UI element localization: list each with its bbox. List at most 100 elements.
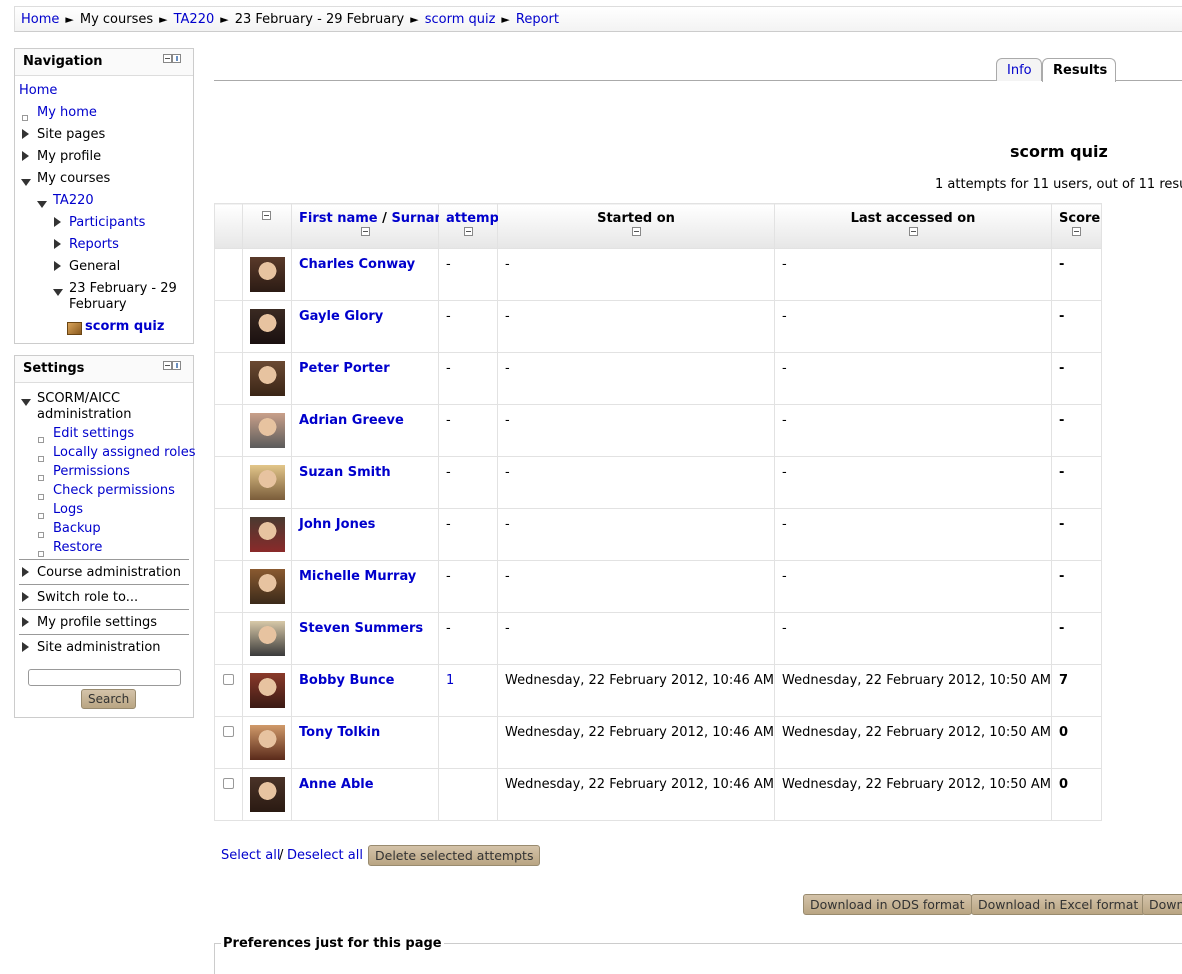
user-avatar[interactable] (250, 569, 285, 604)
expand-arrow-icon[interactable] (54, 239, 61, 249)
name-cell: Peter Porter (291, 352, 439, 405)
nav-home[interactable]: Home (19, 83, 57, 98)
collapse-arrow-icon[interactable] (21, 399, 31, 406)
hide-column-icon[interactable] (463, 227, 473, 236)
bullet-icon (22, 115, 28, 121)
user-avatar[interactable] (250, 257, 285, 292)
settings-backup[interactable]: Backup (53, 521, 101, 536)
user-avatar[interactable] (250, 777, 285, 812)
download-text-button[interactable]: Download in text format (1142, 894, 1182, 915)
user-name-link[interactable]: Adrian Greeve (299, 413, 404, 428)
nav-site-pages[interactable]: Site pages (37, 127, 105, 142)
dock-icon[interactable] (172, 54, 181, 63)
settings-locally-assigned-roles[interactable]: Locally assigned roles (53, 445, 196, 460)
select-cell (214, 664, 243, 717)
started-cell: - (497, 404, 775, 457)
sort-first-name-link[interactable]: First name (299, 211, 378, 226)
hide-column-icon[interactable] (1072, 227, 1081, 236)
user-name-link[interactable]: Suzan Smith (299, 465, 391, 480)
user-avatar[interactable] (250, 309, 285, 344)
settings-course-admin[interactable]: Course administration (37, 565, 181, 580)
select-checkbox[interactable] (223, 778, 234, 789)
user-name-link[interactable]: Bobby Bunce (299, 673, 394, 688)
settings-permissions[interactable]: Permissions (53, 464, 130, 479)
select-checkbox[interactable] (223, 726, 234, 737)
collapse-icon[interactable] (163, 361, 172, 370)
expand-arrow-icon[interactable] (22, 592, 29, 602)
nav-participants[interactable]: Participants (69, 215, 145, 230)
score-value: - (1059, 517, 1065, 532)
user-avatar[interactable] (250, 517, 285, 552)
breadcrumb-home-link[interactable]: Home (21, 12, 59, 27)
expand-arrow-icon[interactable] (54, 217, 61, 227)
nav-my-courses[interactable]: My courses (37, 171, 110, 186)
settings-site-admin[interactable]: Site administration (37, 640, 161, 655)
expand-arrow-icon[interactable] (22, 129, 29, 139)
nav-general[interactable]: General (69, 259, 120, 274)
nav-week-line2[interactable]: February (69, 297, 127, 312)
nav-week-line1[interactable]: 23 February - 29 (69, 281, 177, 296)
block-controls (163, 361, 183, 373)
download-excel-button[interactable]: Download in Excel format (971, 894, 1146, 915)
sort-attempt-link[interactable]: attempt (446, 211, 505, 226)
select-all-link[interactable]: Select all (221, 848, 280, 863)
settings-switch-role[interactable]: Switch role to... (37, 590, 138, 605)
hide-column-icon[interactable] (360, 227, 370, 236)
settings-scorm-admin-line1[interactable]: SCORM/AICC (37, 391, 120, 406)
deselect-all-link[interactable]: Deselect all (287, 848, 363, 863)
settings-logs[interactable]: Logs (53, 502, 83, 517)
expand-arrow-icon[interactable] (22, 151, 29, 161)
user-name-link[interactable]: John Jones (299, 517, 375, 532)
settings-edit-settings[interactable]: Edit settings (53, 426, 134, 441)
user-avatar[interactable] (250, 673, 285, 708)
user-name-link[interactable]: Steven Summers (299, 621, 423, 636)
settings-search-input[interactable] (28, 669, 181, 686)
settings-restore[interactable]: Restore (53, 540, 102, 555)
settings-profile-settings[interactable]: My profile settings (37, 615, 157, 630)
expand-arrow-icon[interactable] (22, 617, 29, 627)
expand-arrow-icon[interactable] (54, 261, 61, 271)
settings-scorm-admin-line2[interactable]: administration (37, 407, 131, 422)
tab-results[interactable]: Results (1042, 58, 1116, 82)
collapse-icon[interactable] (163, 54, 172, 63)
download-ods-button[interactable]: Download in ODS format (803, 894, 972, 915)
breadcrumb-course-link[interactable]: TA220 (174, 12, 215, 27)
nav-my-home[interactable]: My home (37, 105, 97, 120)
hide-column-icon[interactable] (262, 211, 271, 220)
user-name-link[interactable]: Tony Tolkin (299, 725, 380, 740)
collapse-arrow-icon[interactable] (37, 201, 47, 208)
expand-arrow-icon[interactable] (22, 567, 29, 577)
breadcrumb-report-link[interactable]: Report (516, 12, 559, 27)
hide-column-icon[interactable] (908, 227, 918, 236)
nav-scorm-quiz[interactable]: scorm quiz (85, 319, 164, 334)
settings-search-button[interactable]: Search (81, 689, 137, 709)
attempt-link[interactable]: 1 (446, 673, 454, 688)
user-avatar[interactable] (250, 413, 285, 448)
dock-icon[interactable] (172, 361, 181, 370)
nav-my-profile[interactable]: My profile (37, 149, 101, 164)
user-name-link[interactable]: Gayle Glory (299, 309, 383, 324)
score-value: - (1059, 569, 1065, 584)
user-name-link[interactable]: Anne Able (299, 777, 374, 792)
settings-check-permissions[interactable]: Check permissions (53, 483, 175, 498)
nav-reports[interactable]: Reports (69, 237, 119, 252)
user-name-link[interactable]: Michelle Murray (299, 569, 416, 584)
started-value: - (505, 413, 510, 428)
expand-arrow-icon[interactable] (22, 642, 29, 652)
user-avatar[interactable] (250, 621, 285, 656)
select-checkbox[interactable] (223, 674, 234, 685)
started-cell: - (497, 456, 775, 509)
accessed-cell: - (774, 560, 1052, 613)
hide-column-icon[interactable] (631, 227, 641, 236)
user-name-link[interactable]: Charles Conway (299, 257, 415, 272)
user-avatar[interactable] (250, 361, 285, 396)
nav-course-ta220[interactable]: TA220 (53, 193, 94, 208)
breadcrumb-activity-link[interactable]: scorm quiz (425, 12, 496, 27)
user-avatar[interactable] (250, 725, 285, 760)
user-name-link[interactable]: Peter Porter (299, 361, 390, 376)
collapse-arrow-icon[interactable] (21, 179, 31, 186)
user-avatar[interactable] (250, 465, 285, 500)
collapse-arrow-icon[interactable] (53, 289, 63, 296)
delete-attempts-button[interactable]: Delete selected attempts (368, 845, 541, 866)
tab-info[interactable]: Info (996, 58, 1042, 81)
